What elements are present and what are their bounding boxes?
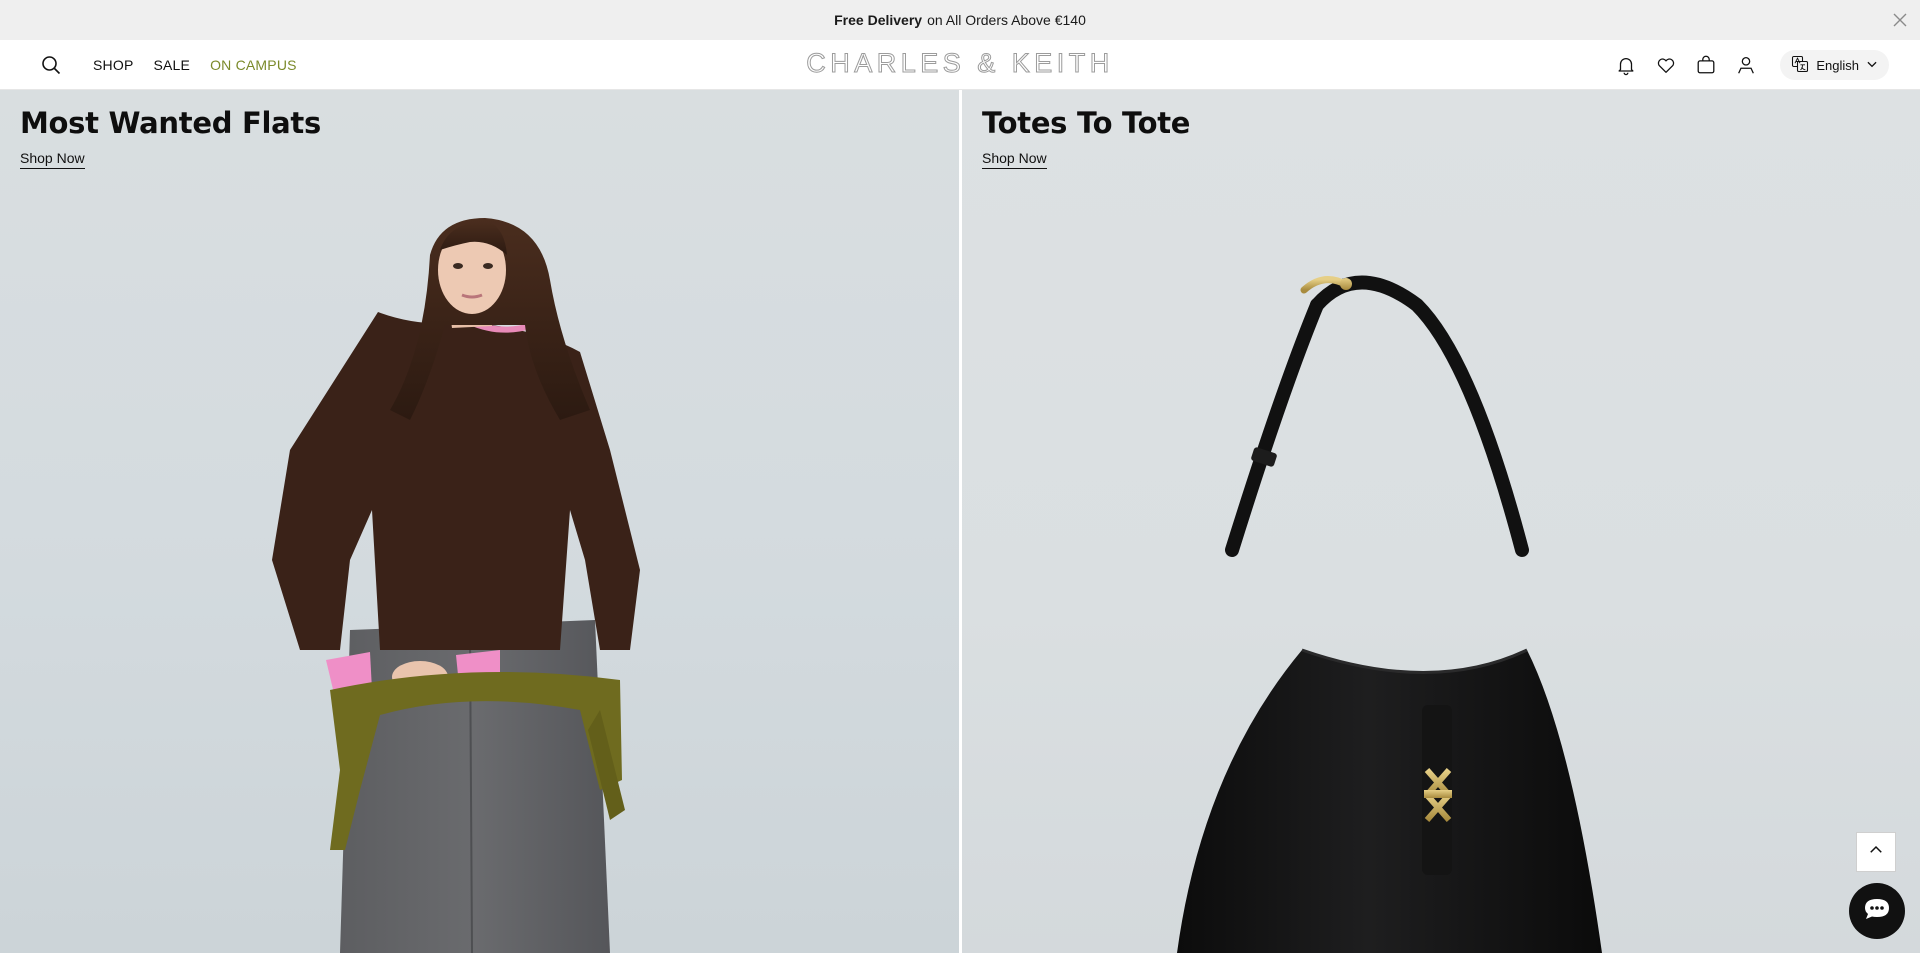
user-icon[interactable] (1734, 53, 1758, 77)
chevron-up-icon (1867, 841, 1885, 864)
main-nav: SHOP SALE ON CAMPUS (93, 40, 297, 90)
nav-shop[interactable]: SHOP (93, 57, 133, 73)
chat-icon (1861, 893, 1893, 930)
translate-icon (1790, 54, 1810, 77)
nav-sale[interactable]: SALE (153, 57, 190, 73)
brand-logo[interactable]: CHARLES & KEITH (806, 48, 1114, 79)
language-selector[interactable]: English (1780, 50, 1889, 80)
shop-now-totes[interactable]: Shop Now (982, 150, 1047, 169)
hero-panel-totes[interactable]: Totes To Tote Shop Now (962, 90, 1920, 953)
bell-icon[interactable] (1614, 53, 1638, 77)
announcement-bar: Free Delivery on All Orders Above €140 (0, 0, 1920, 40)
language-label: English (1816, 57, 1859, 73)
hero-title-totes: Totes To Tote (982, 106, 1191, 140)
model-image (272, 218, 640, 953)
announcement-text: on All Orders Above €140 (927, 12, 1086, 28)
shopping-bag-icon[interactable] (1694, 53, 1718, 77)
hero-panel-flats[interactable]: Most Wanted Flats Shop Now (0, 90, 959, 953)
shop-now-flats[interactable]: Shop Now (20, 150, 85, 169)
header-icons: English (1614, 40, 1889, 90)
nav-on-campus[interactable]: ON CAMPUS (210, 57, 297, 73)
hero-title-flats: Most Wanted Flats (20, 106, 321, 140)
chat-button[interactable] (1849, 883, 1905, 939)
search-icon[interactable] (39, 53, 63, 77)
chevron-down-icon (1865, 57, 1879, 74)
heart-icon[interactable] (1654, 53, 1678, 77)
site-header: SHOP SALE ON CAMPUS CHARLES & KEITH Engl… (0, 40, 1920, 90)
handbag-image (1177, 275, 1602, 953)
scroll-to-top-button[interactable] (1856, 832, 1896, 872)
close-icon[interactable] (1888, 8, 1912, 32)
announcement-bold: Free Delivery (834, 12, 923, 28)
